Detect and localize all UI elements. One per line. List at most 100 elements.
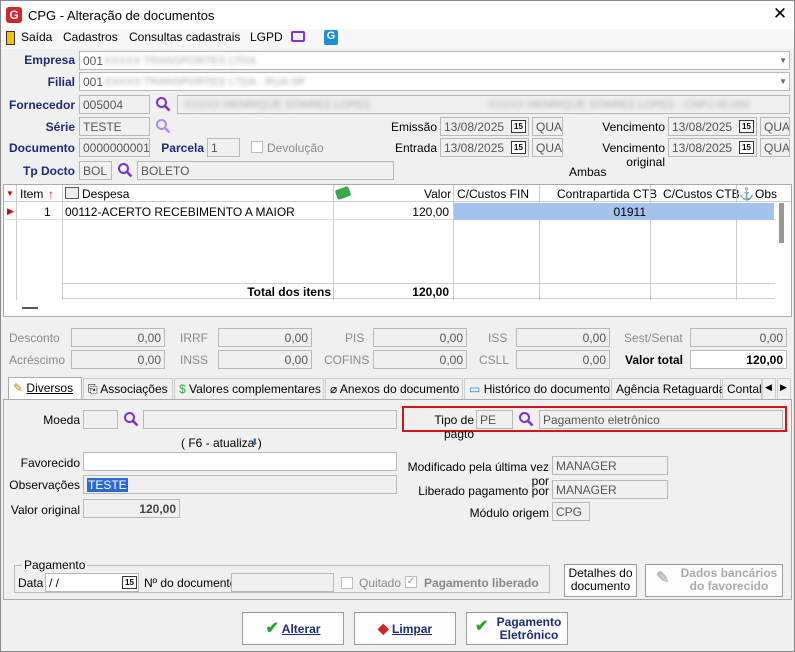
items-grid[interactable]: ▼ Item ↑ Despesa Valor C/Custos FIN Cont…: [3, 184, 792, 317]
close-button[interactable]: ✕: [769, 4, 791, 24]
search-icon[interactable]: [117, 162, 133, 178]
alterar-button[interactable]: ✔ Alterar: [242, 612, 344, 645]
documento-field[interactable]: 0000000001: [79, 138, 150, 157]
main-window: G CPG - Alteração de documentos ✕ Saída …: [0, 0, 795, 652]
empresa-select[interactable]: 001 XXXXX TRANSPORTES LTDA ▼: [79, 51, 790, 70]
money-icon: [334, 185, 352, 201]
eraser-icon: ◆: [377, 620, 389, 636]
devolucao-checkbox[interactable]: [251, 141, 263, 153]
tp-docto-field[interactable]: BOL: [79, 161, 112, 180]
tab-scroll-left[interactable]: ◀: [762, 378, 776, 400]
quitado-checkbox[interactable]: [341, 577, 353, 589]
moeda-field[interactable]: [83, 410, 118, 429]
tab-historico[interactable]: ▭ Histórico do documento: [464, 378, 610, 400]
desconto-field[interactable]: 0,00: [71, 328, 165, 347]
col-ccustos-ctb[interactable]: C/Custos CTB: [663, 187, 740, 201]
tab-agencia[interactable]: Agência Retaguarda: [611, 378, 725, 400]
pis-label: PIS: [345, 331, 365, 345]
menu-cadastros[interactable]: Cadastros: [63, 30, 118, 44]
iss-field[interactable]: 0,00: [516, 328, 610, 347]
search-icon[interactable]: [518, 411, 534, 427]
check-icon: ✔: [475, 618, 489, 635]
col-ccustos-fin[interactable]: C/Custos FIN: [457, 187, 529, 201]
calendar-icon[interactable]: 15: [511, 120, 526, 133]
tab-anexos[interactable]: ⌀ Anexos do documento: [325, 378, 463, 400]
inss-field[interactable]: 0,00: [218, 350, 312, 369]
detalhes-documento-button[interactable]: Detalhes do documento: [564, 564, 637, 597]
liberado-label: Liberado pagamento por: [418, 484, 549, 498]
total-itens-label: Total dos itens: [247, 285, 331, 299]
tab-valores[interactable]: $ Valores complementares: [174, 378, 324, 400]
favorecido-label: Favorecido: [20, 456, 80, 470]
col-item[interactable]: Item: [20, 187, 43, 201]
diversos-panel: Moeda ( F6 - atualiza ) ⬇ Favorecido Obs…: [3, 399, 792, 600]
cofins-field[interactable]: 0,00: [373, 350, 467, 369]
moeda-label: Moeda: [43, 413, 80, 427]
col-valor[interactable]: Valor: [424, 187, 451, 201]
scrollbar[interactable]: [779, 203, 784, 243]
pagamento-eletronico-button[interactable]: ✔ Pagamento Eletrônico: [466, 612, 568, 645]
observacoes-field[interactable]: TESTE: [83, 475, 397, 494]
current-row-icon: ▶: [7, 206, 14, 216]
menu-consultas[interactable]: Consultas cadastrais: [129, 30, 240, 44]
search-icon[interactable]: [155, 96, 171, 112]
tab-diversos[interactable]: ✎ Diversos: [8, 377, 82, 401]
col-obs[interactable]: Obs: [755, 187, 777, 201]
vencimento-label: Vencimento: [602, 120, 665, 134]
search-icon[interactable]: [123, 411, 139, 427]
table-row[interactable]: ▶ 1 00112-ACERTO RECEBIMENTO A MAIOR 120…: [4, 203, 776, 220]
tipo-pagto-code[interactable]: PE: [476, 410, 513, 429]
calendar-icon[interactable]: 15: [739, 120, 754, 133]
tab-scroll-right[interactable]: ▶: [777, 378, 791, 400]
col-contrapartida[interactable]: Contrapartida CTB: [557, 187, 657, 201]
parcela-field[interactable]: 1: [207, 138, 240, 157]
window-title: CPG - Alteração de documentos: [28, 8, 215, 23]
calendar-icon[interactable]: 15: [739, 141, 754, 154]
irrf-field[interactable]: 0,00: [218, 328, 312, 347]
observacoes-value: TESTE: [87, 478, 128, 492]
valor-original-label: Valor original: [10, 503, 80, 517]
serie-field[interactable]: TESTE: [79, 117, 150, 136]
sest-field[interactable]: 0,00: [690, 328, 787, 347]
emissao-day: QUA: [532, 117, 563, 136]
app-g-icon[interactable]: G: [324, 30, 338, 45]
entrada-label: Entrada: [394, 141, 437, 155]
menu-bar: Saída Cadastros Consultas cadastrais LGP…: [1, 29, 794, 49]
anchor-icon: ⚓: [739, 187, 754, 201]
dados-bancarios-button[interactable]: ✎ Dados bancários do favorecido: [645, 564, 783, 597]
vencimento-original-day: QUA: [760, 138, 790, 157]
f6-hint: ( F6 - atualiza ): [181, 436, 262, 450]
grid-header: ▼ Item ↑ Despesa Valor C/Custos FIN Cont…: [4, 185, 791, 202]
grid-splitter[interactable]: [22, 307, 38, 309]
menu-lgpd[interactable]: LGPD: [250, 30, 283, 44]
check-icon: ✔: [265, 620, 279, 637]
moeda-desc: [143, 410, 397, 429]
search-icon[interactable]: [155, 118, 171, 134]
calendar-icon[interactable]: 15: [511, 141, 526, 154]
irrf-label: IRRF: [180, 331, 208, 345]
calendar-icon[interactable]: 15: [122, 576, 137, 589]
edit-icon: [65, 187, 79, 199]
tab-associacoes[interactable]: ⎘ Associações: [83, 378, 173, 400]
fornecedor-field[interactable]: 005004: [79, 95, 150, 114]
favorecido-field[interactable]: [83, 452, 397, 471]
limpar-button[interactable]: ◆ Limpar: [354, 612, 456, 645]
menu-saida[interactable]: Saída: [21, 30, 52, 44]
monitor-icon[interactable]: [291, 31, 305, 42]
csll-field[interactable]: 0,00: [516, 350, 610, 369]
pis-field[interactable]: 0,00: [373, 328, 467, 347]
nro-doc-field[interactable]: [231, 573, 334, 592]
col-despesa[interactable]: Despesa: [82, 187, 129, 201]
acrescimo-field[interactable]: 0,00: [71, 350, 165, 369]
vencimento-original-label: Vencimento original: [602, 141, 665, 169]
chevron-down-icon: ▼: [779, 56, 787, 65]
nro-doc-label: Nº do documento: [144, 576, 237, 590]
pag-liberado-checkbox[interactable]: ✓: [405, 576, 417, 588]
tab-contal[interactable]: Contal: [722, 378, 762, 400]
modificado-field: MANAGER: [552, 456, 668, 475]
title-bar: G CPG - Alteração de documentos ✕: [1, 1, 794, 29]
arrow-down-icon: ⬇: [251, 437, 259, 447]
sort-arrow-icon: ↑: [48, 187, 54, 201]
modulo-field: CPG: [552, 502, 590, 521]
filial-select[interactable]: 001 XXXXX TRANSPORTES LTDA - RUA SP ▼: [79, 72, 790, 91]
